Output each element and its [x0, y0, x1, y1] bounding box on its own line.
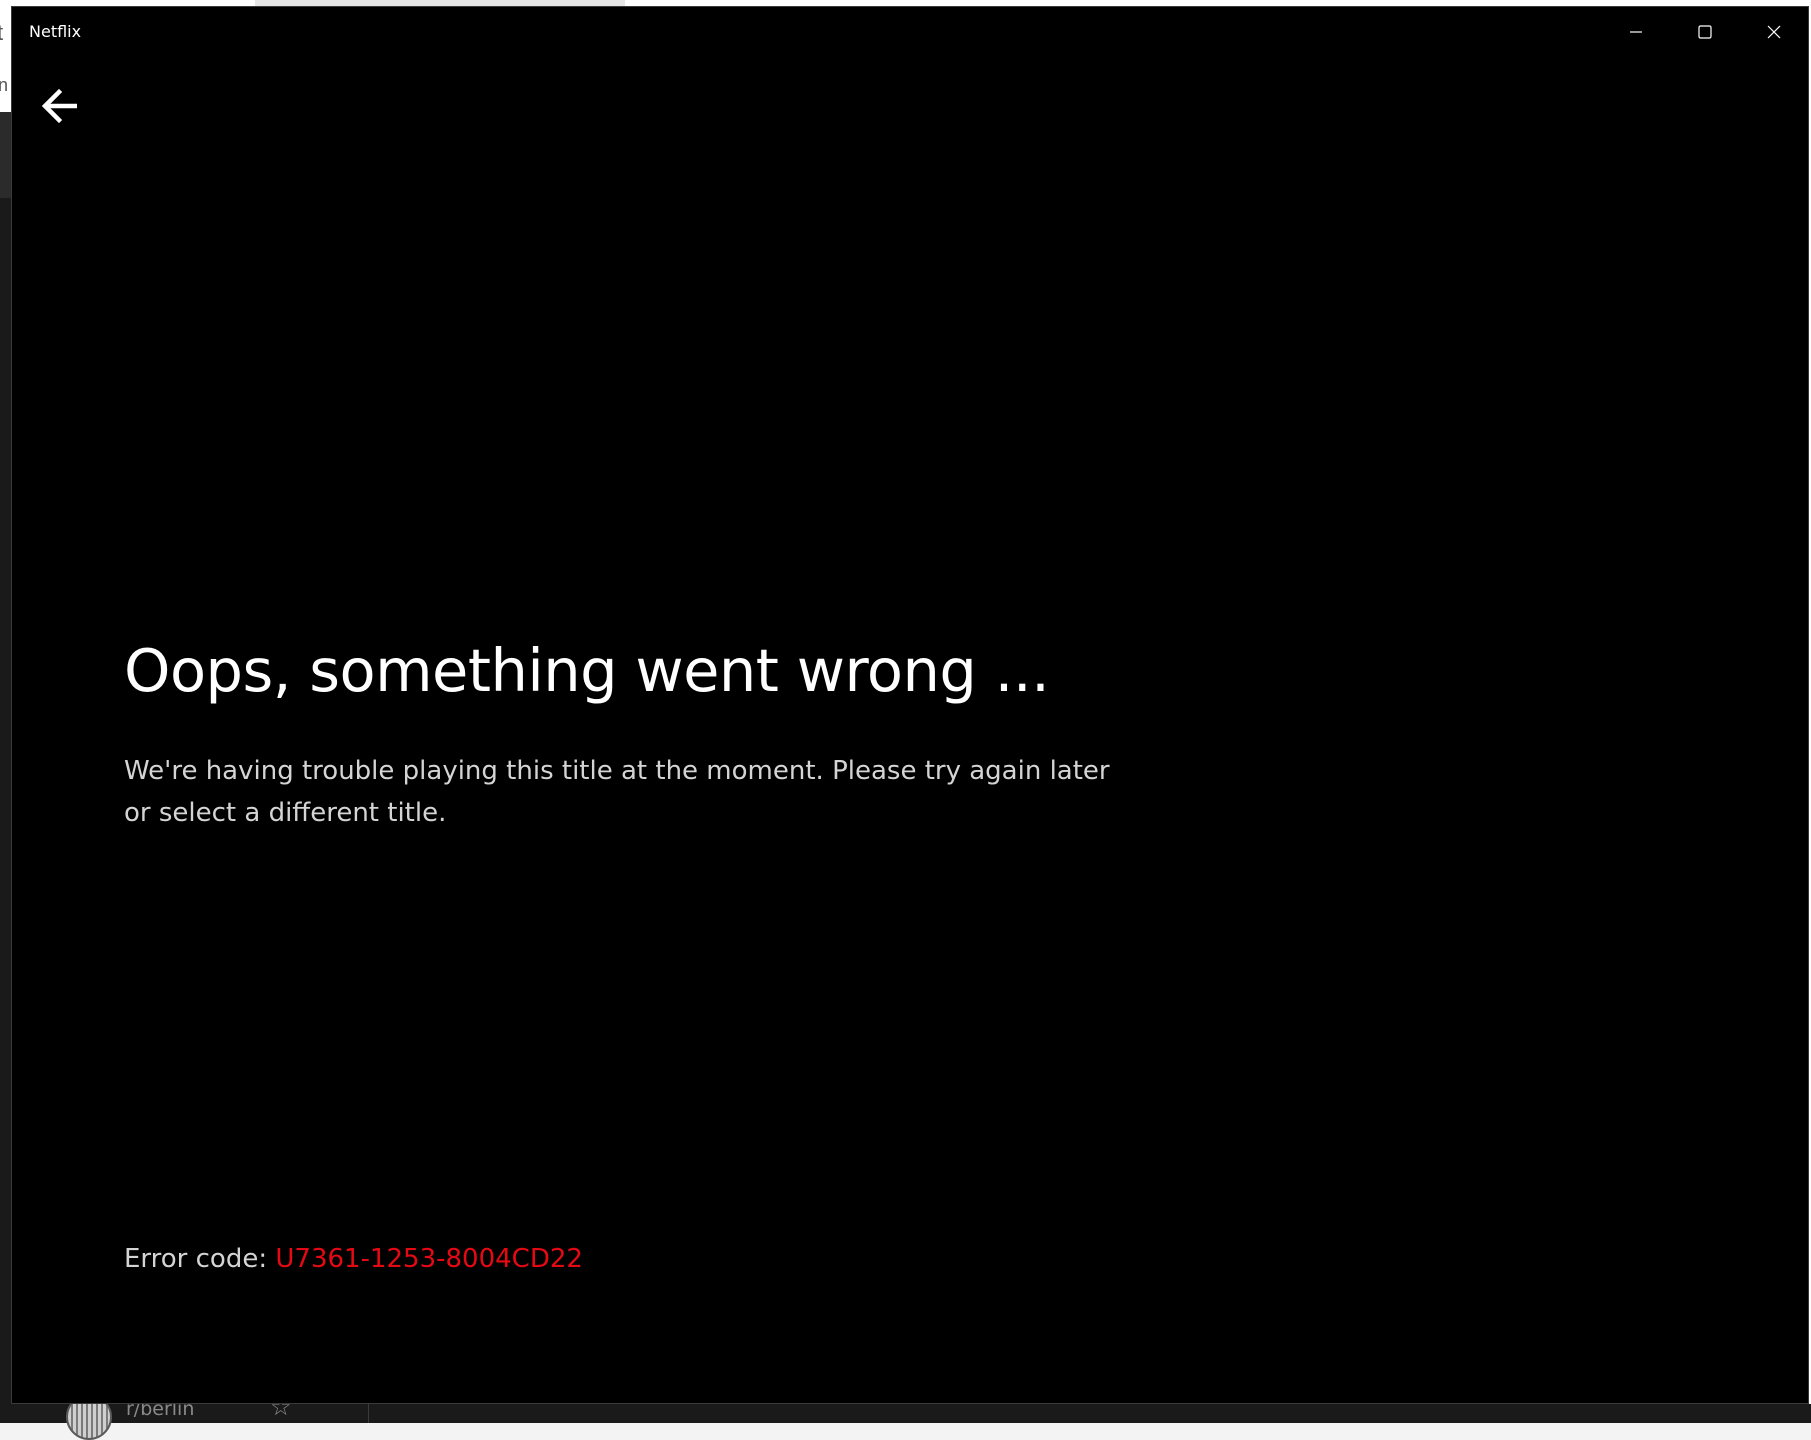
error-code-label: Error code:: [124, 1244, 275, 1274]
error-message: We're having trouble playing this title …: [124, 750, 1134, 834]
background-divider: [368, 1404, 369, 1423]
arrow-left-icon: [39, 88, 79, 129]
error-code-value: U7361-1253-8004CD22: [275, 1244, 583, 1274]
maximize-button[interactable]: [1670, 7, 1739, 57]
close-button[interactable]: [1739, 7, 1808, 57]
background-glyph: t: [0, 22, 3, 44]
minimize-icon: [1628, 24, 1644, 40]
app-window: Netflix: [11, 6, 1809, 1404]
back-button[interactable]: [36, 85, 82, 131]
error-code: Error code: U7361-1253-8004CD22: [124, 1241, 583, 1277]
title-bar[interactable]: Netflix: [12, 7, 1808, 57]
close-icon: [1766, 24, 1782, 40]
window-title: Netflix: [29, 21, 81, 43]
error-title: Oops, something went wrong ...: [124, 633, 1049, 709]
minimize-button[interactable]: [1601, 7, 1670, 57]
maximize-icon: [1697, 24, 1713, 40]
background-glyph: n: [0, 76, 8, 94]
